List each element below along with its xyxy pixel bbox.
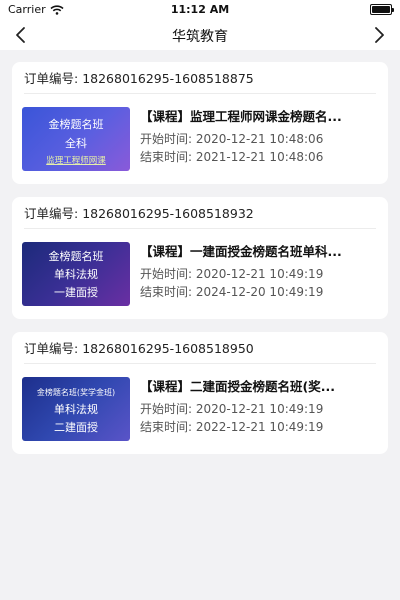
course-title: 【课程】二建面授金榜题名班(奖... bbox=[140, 379, 335, 394]
start-time-label: 开始时间: bbox=[140, 267, 193, 281]
order-number-label: 订单编号: bbox=[24, 341, 79, 356]
course-info: 【课程】一建面授金榜题名班单科... 开始时间: 2020-12-21 10:4… bbox=[140, 241, 378, 301]
order-card: 订单编号: 18268016295-1608518950 金榜题名班(奖学金班)… bbox=[12, 332, 388, 454]
start-time-row: 开始时间: 2020-12-21 10:49:19 bbox=[140, 400, 378, 418]
end-time-row: 结束时间: 2022-12-21 10:49:19 bbox=[140, 418, 378, 436]
course-thumbnail: 金榜题名班(奖学金班) 单科法规 二建面授 bbox=[22, 377, 130, 441]
thumbnail-line: 一建面授 bbox=[54, 286, 98, 299]
battery-icon bbox=[370, 4, 394, 15]
order-number: 18268016295-1608518932 bbox=[82, 206, 254, 221]
end-time-row: 结束时间: 2021-12-21 10:48:06 bbox=[140, 148, 378, 166]
course-thumbnail: 金榜题名班 单科法规 一建面授 bbox=[22, 242, 130, 306]
start-time-label: 开始时间: bbox=[140, 402, 193, 416]
end-time-label: 结束时间: bbox=[140, 285, 193, 299]
thumbnail-line: 金榜题名班 bbox=[48, 118, 104, 131]
thumbnail-line: 单科法规 bbox=[54, 268, 98, 281]
order-number-row: 订单编号: 18268016295-1608518932 bbox=[24, 205, 376, 229]
page-title: 华筑教育 bbox=[172, 29, 228, 45]
nav-bar: 华筑教育 bbox=[0, 20, 400, 50]
order-number: 18268016295-1608518950 bbox=[82, 341, 254, 356]
chevron-right-icon[interactable] bbox=[368, 24, 390, 46]
order-list: 订单编号: 18268016295-1608518875 金榜题名班 全科 监理… bbox=[12, 62, 388, 467]
course-thumbnail: 金榜题名班 全科 监理工程师网课 bbox=[22, 107, 130, 171]
end-time-label: 结束时间: bbox=[140, 150, 193, 164]
start-time-label: 开始时间: bbox=[140, 132, 193, 146]
course-item[interactable]: 金榜题名班 全科 监理工程师网课 【课程】监理工程师网课金榜题名... 开始时间… bbox=[22, 106, 378, 172]
end-time: 2022-12-21 10:49:19 bbox=[195, 420, 324, 434]
end-time: 2021-12-21 10:48:06 bbox=[195, 150, 324, 164]
end-time-row: 结束时间: 2024-12-20 10:49:19 bbox=[140, 283, 378, 301]
thumbnail-line: 金榜题名班 bbox=[48, 250, 104, 263]
course-item[interactable]: 金榜题名班(奖学金班) 单科法规 二建面授 【课程】二建面授金榜题名班(奖...… bbox=[22, 376, 378, 442]
end-time: 2024-12-20 10:49:19 bbox=[195, 285, 324, 299]
order-number-row: 订单编号: 18268016295-1608518875 bbox=[24, 70, 376, 94]
thumbnail-line: 金榜题名班(奖学金班) bbox=[36, 388, 116, 397]
thumbnail-line: 二建面授 bbox=[54, 421, 98, 434]
course-info: 【课程】二建面授金榜题名班(奖... 开始时间: 2020-12-21 10:4… bbox=[140, 376, 378, 436]
start-time-row: 开始时间: 2020-12-21 10:48:06 bbox=[140, 130, 378, 148]
end-time-label: 结束时间: bbox=[140, 420, 193, 434]
course-item[interactable]: 金榜题名班 单科法规 一建面授 【课程】一建面授金榜题名班单科... 开始时间:… bbox=[22, 241, 378, 307]
course-title: 【课程】监理工程师网课金榜题名... bbox=[140, 109, 342, 124]
start-time-row: 开始时间: 2020-12-21 10:49:19 bbox=[140, 265, 378, 283]
status-time: 11:12 AM bbox=[170, 3, 230, 16]
start-time: 2020-12-21 10:49:19 bbox=[195, 402, 324, 416]
thumbnail-line: 监理工程师网课 bbox=[46, 156, 106, 166]
status-bar: Carrier 11:12 AM bbox=[0, 0, 400, 20]
order-card: 订单编号: 18268016295-1608518875 金榜题名班 全科 监理… bbox=[12, 62, 388, 184]
status-right bbox=[370, 4, 394, 18]
order-number-label: 订单编号: bbox=[24, 206, 79, 221]
start-time: 2020-12-21 10:49:19 bbox=[195, 267, 324, 281]
course-info: 【课程】监理工程师网课金榜题名... 开始时间: 2020-12-21 10:4… bbox=[140, 106, 378, 166]
thumbnail-line: 单科法规 bbox=[54, 403, 98, 416]
thumbnail-line: 全科 bbox=[65, 137, 87, 150]
order-number: 18268016295-1608518875 bbox=[82, 71, 254, 86]
order-number-row: 订单编号: 18268016295-1608518950 bbox=[24, 340, 376, 364]
order-card: 订单编号: 18268016295-1608518932 金榜题名班 单科法规 … bbox=[12, 197, 388, 319]
course-title: 【课程】一建面授金榜题名班单科... bbox=[140, 244, 342, 259]
order-number-label: 订单编号: bbox=[24, 71, 79, 86]
start-time: 2020-12-21 10:48:06 bbox=[195, 132, 324, 146]
